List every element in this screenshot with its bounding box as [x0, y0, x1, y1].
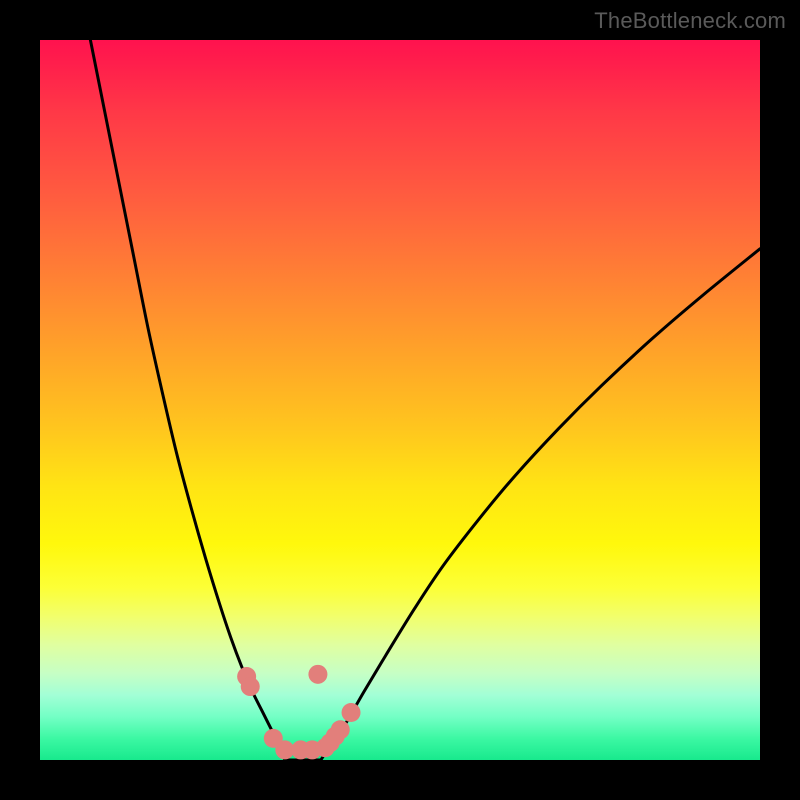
chart-canvas: TheBottleneck.com [0, 0, 800, 800]
watermark-text: TheBottleneck.com [594, 8, 786, 34]
low-region-markers [237, 665, 360, 760]
plot-svg [40, 40, 760, 760]
plot-area [40, 40, 760, 760]
left-curve [90, 40, 284, 760]
right-curve [321, 249, 760, 760]
